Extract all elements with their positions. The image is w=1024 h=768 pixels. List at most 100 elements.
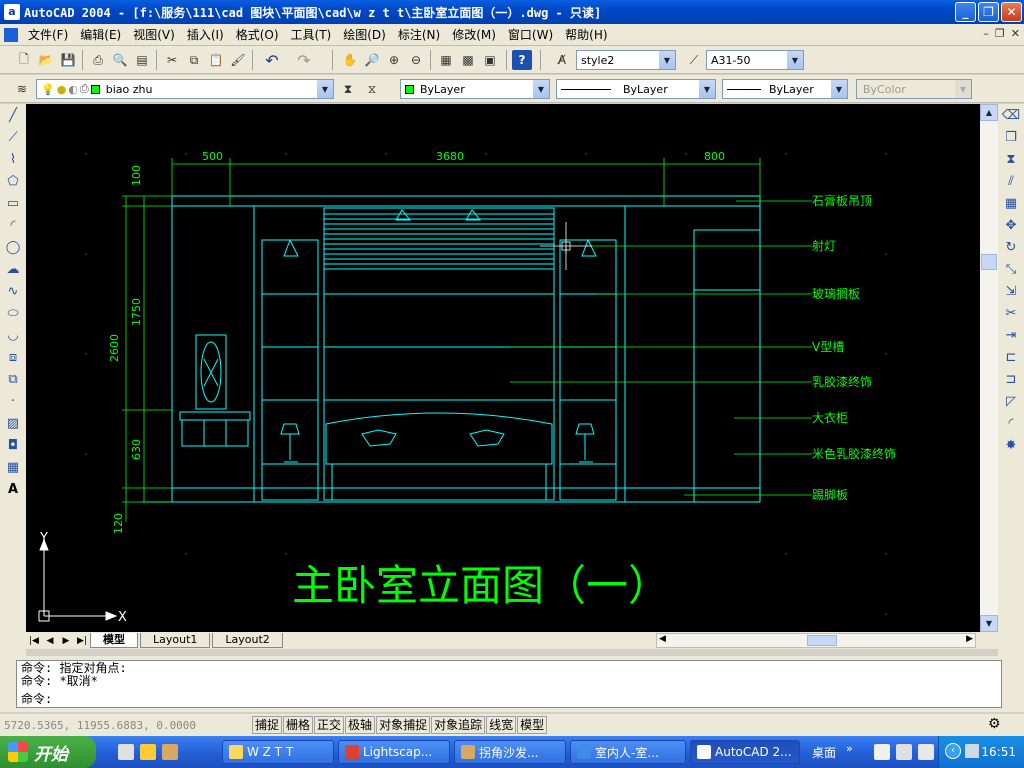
zoom-previous-icon[interactable]: ⊖ (406, 50, 426, 70)
properties-icon[interactable]: ▦ (436, 50, 456, 70)
menu-draw[interactable]: 绘图(D) (337, 26, 392, 43)
zoom-window-icon[interactable]: ⊕ (384, 50, 404, 70)
command-history[interactable]: 命令: 指定对角点: 命令: *取消* 命令: (16, 660, 1002, 708)
task-button[interactable]: Lightscap... (338, 740, 450, 764)
layer-select[interactable]: 💡 ● ◐ ⎙ biao zhu ▼ (36, 79, 334, 99)
chevron-down-icon[interactable]: ▼ (533, 80, 549, 98)
layer-previous-icon[interactable]: ⧖ (362, 79, 382, 99)
model-toggle[interactable]: 模型 (517, 716, 548, 734)
stretch-icon[interactable]: ⇲ (1000, 280, 1022, 302)
copy-icon[interactable]: ⧉ (184, 50, 204, 70)
dim-style-icon[interactable]: ⟋ (684, 50, 704, 70)
chevron-down-icon[interactable]: ▼ (699, 80, 715, 98)
vertical-scroll-thumb[interactable] (981, 254, 997, 270)
minimize-button[interactable]: _ (955, 2, 976, 22)
doc-close-button[interactable]: ✕ (1011, 27, 1020, 40)
chevron-down-icon[interactable]: ▼ (787, 51, 803, 69)
rectangle-icon[interactable]: ▭ (2, 192, 24, 214)
tab-prev-icon[interactable]: ◀ (42, 636, 58, 646)
erase-icon[interactable]: ⌫ (1000, 104, 1022, 126)
zoom-realtime-icon[interactable]: 🔎 (362, 50, 382, 70)
text-style-select[interactable]: style2 ▼ (576, 50, 676, 70)
trim-icon[interactable]: ✂ (1000, 302, 1022, 324)
menu-view[interactable]: 视图(V) (127, 26, 181, 43)
redo-icon[interactable]: ↷ (294, 50, 314, 70)
open-file-icon[interactable]: 📂 (36, 50, 56, 70)
tray-expand-icon[interactable]: ‹ (945, 743, 961, 759)
scroll-right-icon[interactable]: ▶ (966, 634, 973, 644)
clock[interactable]: 16:51 (981, 745, 1016, 759)
polyline-icon[interactable]: ⌇ (2, 148, 24, 170)
lineweight-select[interactable]: ByLayer ▼ (722, 79, 848, 99)
media-player-icon[interactable] (118, 744, 134, 760)
tab-first-icon[interactable]: |◀ (26, 636, 42, 646)
snap-toggle[interactable]: 捕捉 (252, 716, 283, 734)
scroll-left-icon[interactable]: ◀ (659, 634, 666, 644)
join-icon[interactable]: ⊐ (1000, 368, 1022, 390)
explode-icon[interactable]: ✸ (1000, 434, 1022, 456)
paste-icon[interactable]: 📋 (206, 50, 226, 70)
menu-format[interactable]: 格式(O) (230, 26, 285, 43)
match-properties-icon[interactable]: 🖌 (228, 50, 248, 70)
scale-icon[interactable]: ⤡ (1000, 258, 1022, 280)
otrack-toggle[interactable]: 对象追踪 (431, 716, 486, 734)
menu-dimension[interactable]: 标注(N) (392, 26, 446, 43)
chamfer-icon[interactable]: ◸ (1000, 390, 1022, 412)
offset-icon[interactable]: ⫽ (1000, 170, 1022, 192)
chevron-down-icon[interactable]: ▼ (317, 80, 333, 98)
menu-modify[interactable]: 修改(M) (446, 26, 502, 43)
new-file-icon[interactable]: 🗋 (14, 50, 34, 70)
mirror-icon[interactable]: ⧗ (1000, 148, 1022, 170)
tray-icon[interactable] (918, 744, 934, 760)
menu-edit[interactable]: 编辑(E) (74, 26, 127, 43)
ellipse-icon[interactable]: ⬭ (2, 302, 24, 324)
doc-minimize-button[interactable]: – (983, 27, 989, 40)
break-icon[interactable]: ⊏ (1000, 346, 1022, 368)
undo-icon[interactable]: ↶ (262, 50, 282, 70)
plotstyle-select[interactable]: ByColor ▼ (856, 79, 972, 99)
rotate-icon[interactable]: ↻ (1000, 236, 1022, 258)
color-select[interactable]: ByLayer ▼ (400, 79, 550, 99)
horizontal-scroll-thumb[interactable] (807, 635, 837, 646)
plot-preview-icon[interactable]: 🔍 (110, 50, 130, 70)
polar-toggle[interactable]: 极轴 (345, 716, 376, 734)
array-icon[interactable]: ▦ (1000, 192, 1022, 214)
start-button[interactable]: 开始 (0, 736, 96, 768)
coordinate-display[interactable]: 5720.5365, 11955.6883, 0.0000 (0, 719, 252, 732)
task-button[interactable]: 拐角沙发... (454, 740, 566, 764)
keyboard-icon[interactable] (874, 744, 890, 760)
make-object-layer-current-icon[interactable]: ⧗ (338, 79, 358, 99)
help-icon[interactable]: ? (512, 50, 532, 70)
plot-icon[interactable]: ⎙ (88, 50, 108, 70)
text-style-icon[interactable]: A̸ (552, 50, 572, 70)
drawing-canvas[interactable]: 500 3680 800 100 1750 2600 630 120 石膏板吊顶… (26, 104, 980, 632)
publish-icon[interactable]: ▤ (132, 50, 152, 70)
ellipse-arc-icon[interactable]: ◡ (2, 324, 24, 346)
circle-icon[interactable]: ◯ (2, 236, 24, 258)
communication-center-icon[interactable]: ⚙ (988, 716, 1001, 732)
menu-insert[interactable]: 插入(I) (181, 26, 230, 43)
vertical-scrollbar[interactable]: ▲ ▼ (980, 104, 998, 632)
tab-next-icon[interactable]: ▶ (58, 636, 74, 646)
arc-icon[interactable]: ◜ (2, 214, 24, 236)
line-icon[interactable]: ╱ (2, 104, 24, 126)
point-icon[interactable]: · (2, 390, 24, 412)
restore-button[interactable]: ❐ (978, 2, 999, 22)
horizontal-scrollbar[interactable]: ◀ ▶ (656, 633, 976, 648)
close-button[interactable]: ✕ (1001, 2, 1022, 22)
osnap-toggle[interactable]: 对象捕捉 (376, 716, 431, 734)
grid-toggle[interactable]: 栅格 (283, 716, 314, 734)
task-button-active[interactable]: AutoCAD 2... (690, 740, 800, 764)
task-button[interactable]: 室内人-室... (570, 740, 686, 764)
scroll-up-icon[interactable]: ▲ (980, 104, 998, 121)
menu-window[interactable]: 窗口(W) (502, 26, 559, 43)
pan-realtime-icon[interactable]: ✋ (340, 50, 360, 70)
fillet-icon[interactable]: ◜ (1000, 412, 1022, 434)
menu-file[interactable]: 文件(F) (22, 26, 74, 43)
hatch-icon[interactable]: ▨ (2, 412, 24, 434)
region-icon[interactable]: ◘ (2, 434, 24, 456)
autocad-app-icon[interactable]: a (4, 4, 20, 20)
quicklaunch-icon[interactable] (162, 744, 178, 760)
cut-icon[interactable]: ✂ (162, 50, 182, 70)
command-prompt[interactable]: 命令: (21, 693, 997, 706)
